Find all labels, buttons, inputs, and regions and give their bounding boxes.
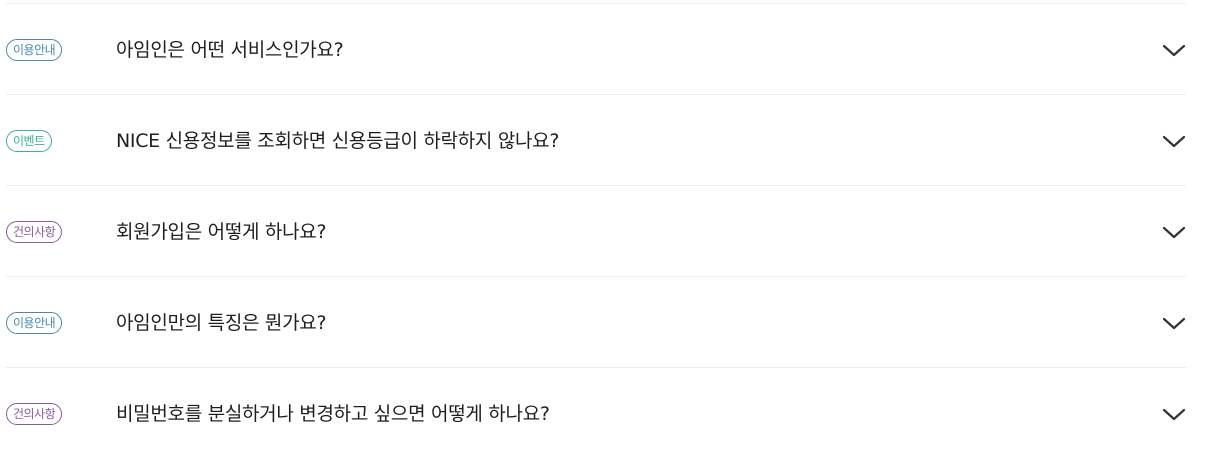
chevron-down-icon[interactable]: [1162, 222, 1186, 242]
faq-question: 회원가입은 어떻게 하나요?: [116, 221, 327, 243]
category-badge: 이용안내: [6, 39, 63, 61]
faq-item[interactable]: 이용안내 아임인은 어떤 서비스인가요?: [6, 4, 1186, 95]
faq-item[interactable]: 건의사항 회원가입은 어떻게 하나요?: [6, 186, 1186, 277]
faq-question: 아임인만의 특징은 뭔가요?: [116, 312, 327, 334]
chevron-down-icon[interactable]: [1162, 313, 1186, 333]
faq-item[interactable]: 건의사항 비밀번호를 분실하거나 변경하고 싶으면 어떻게 하나요?: [6, 368, 1186, 457]
category-badge: 이용안내: [6, 312, 63, 334]
faq-item[interactable]: 이벤트 NICE 신용정보를 조회하면 신용등급이 하락하지 않나요?: [6, 95, 1186, 186]
faq-item[interactable]: 이용안내 아임인만의 특징은 뭔가요?: [6, 277, 1186, 368]
faq-question: 아임인은 어떤 서비스인가요?: [116, 39, 344, 61]
faq-question: 비밀번호를 분실하거나 변경하고 싶으면 어떻게 하나요?: [116, 403, 550, 425]
faq-question: NICE 신용정보를 조회하면 신용등급이 하락하지 않나요?: [116, 130, 560, 152]
category-badge: 이벤트: [6, 130, 52, 152]
chevron-down-icon[interactable]: [1162, 404, 1186, 424]
chevron-down-icon[interactable]: [1162, 131, 1186, 151]
chevron-down-icon[interactable]: [1162, 40, 1186, 60]
category-badge: 건의사항: [6, 403, 63, 425]
faq-list: 이용안내 아임인은 어떤 서비스인가요? 이벤트 NICE 신용정보를 조회하면…: [0, 0, 1208, 457]
category-badge: 건의사항: [6, 221, 63, 243]
